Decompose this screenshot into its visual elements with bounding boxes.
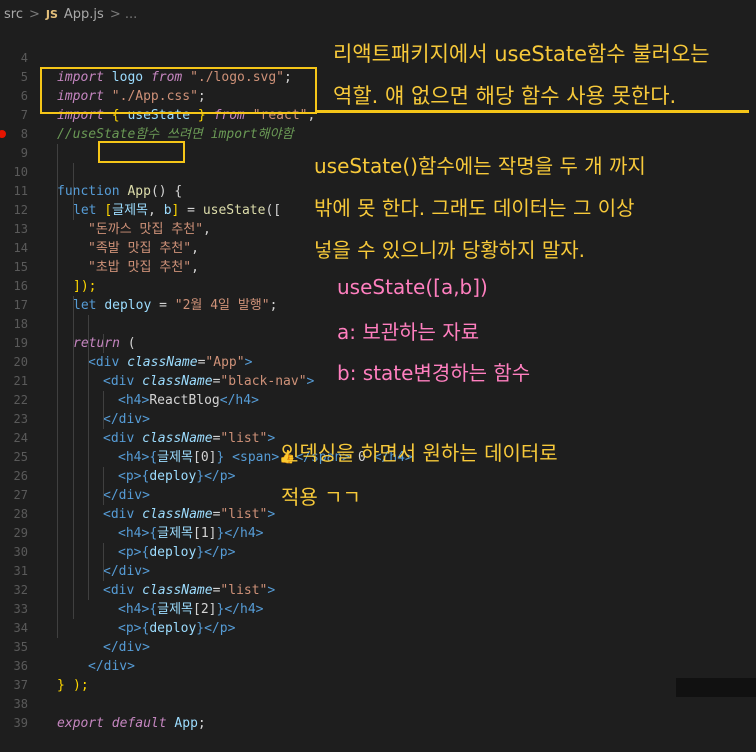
code-line[interactable]: 33 </div> bbox=[0, 581, 756, 655]
code-line[interactable]: 38 export default App; bbox=[0, 676, 756, 731]
state-annotation-line-3: 넣을 수 있으니까 당황하지 말자. bbox=[314, 238, 585, 262]
code-line[interactable]: 39 bbox=[0, 695, 756, 730]
code-line[interactable]: 24 <p>{deploy}</p> bbox=[0, 410, 756, 484]
usestate-syntax-annotation: useState([a,b]) bbox=[337, 275, 488, 299]
code-line[interactable]: 30 <div className="list"> bbox=[0, 524, 756, 598]
state-annotation-line-1: useState()함수에는 작명을 두 개 까지 bbox=[314, 154, 646, 178]
code-line[interactable]: 34 </div> bbox=[0, 600, 756, 674]
index-annotation-line-1: 인덱싱을 하면서 원하는 데이터로 bbox=[281, 441, 558, 465]
b-description-annotation: b: state변경하는 함수 bbox=[337, 361, 531, 385]
breadcrumb-tail[interactable]: > ... bbox=[110, 7, 137, 22]
breadcrumb: src > JS App.js > ... bbox=[0, 0, 756, 28]
code-line[interactable]: 28 <p>{deploy}</p> bbox=[0, 486, 756, 560]
breadcrumb-file[interactable]: App.js bbox=[64, 7, 104, 22]
a-description-annotation: a: 보관하는 자료 bbox=[337, 320, 480, 344]
breadcrumb-folder[interactable]: src bbox=[4, 7, 23, 22]
code-line[interactable]: 23 <h4>{글제목[0]} <span>👍</span> 0 </h4> bbox=[0, 391, 756, 465]
code-line[interactable]: 9 function App() { bbox=[0, 125, 756, 199]
code-line[interactable]: 29 </div> bbox=[0, 505, 756, 579]
index-annotation-line-2: 적용 ㄱㄱ bbox=[281, 485, 361, 509]
breakpoint-icon[interactable] bbox=[0, 130, 6, 138]
javascript-file-icon: JS bbox=[45, 7, 58, 21]
line-number: 39 bbox=[13, 716, 28, 730]
code-line[interactable]: 32 <p>{deploy}</p> bbox=[0, 562, 756, 636]
breadcrumb-separator: > bbox=[28, 6, 40, 22]
code-line[interactable]: 36 } bbox=[0, 638, 756, 693]
import-annotation-underline bbox=[317, 110, 749, 113]
code-line[interactable]: 35 ); bbox=[0, 619, 756, 693]
state-annotation-line-2: 밖에 못 한다. 그래도 데이터는 그 이상 bbox=[314, 196, 635, 220]
code-line[interactable]: 37 bbox=[0, 657, 756, 692]
import-annotation-line-2: 역할. 얘 없으면 해당 함수 사용 못한다. bbox=[333, 84, 677, 108]
code-line[interactable]: 31 <h4>{글제목[2]}</h4> bbox=[0, 543, 756, 617]
minimap-slider[interactable] bbox=[676, 678, 756, 697]
import-annotation-line-1: 리액트패키지에서 useState함수 불러오는 bbox=[333, 42, 710, 66]
code-line[interactable]: 27 <h4>{글제목[1]}</h4> bbox=[0, 467, 756, 541]
